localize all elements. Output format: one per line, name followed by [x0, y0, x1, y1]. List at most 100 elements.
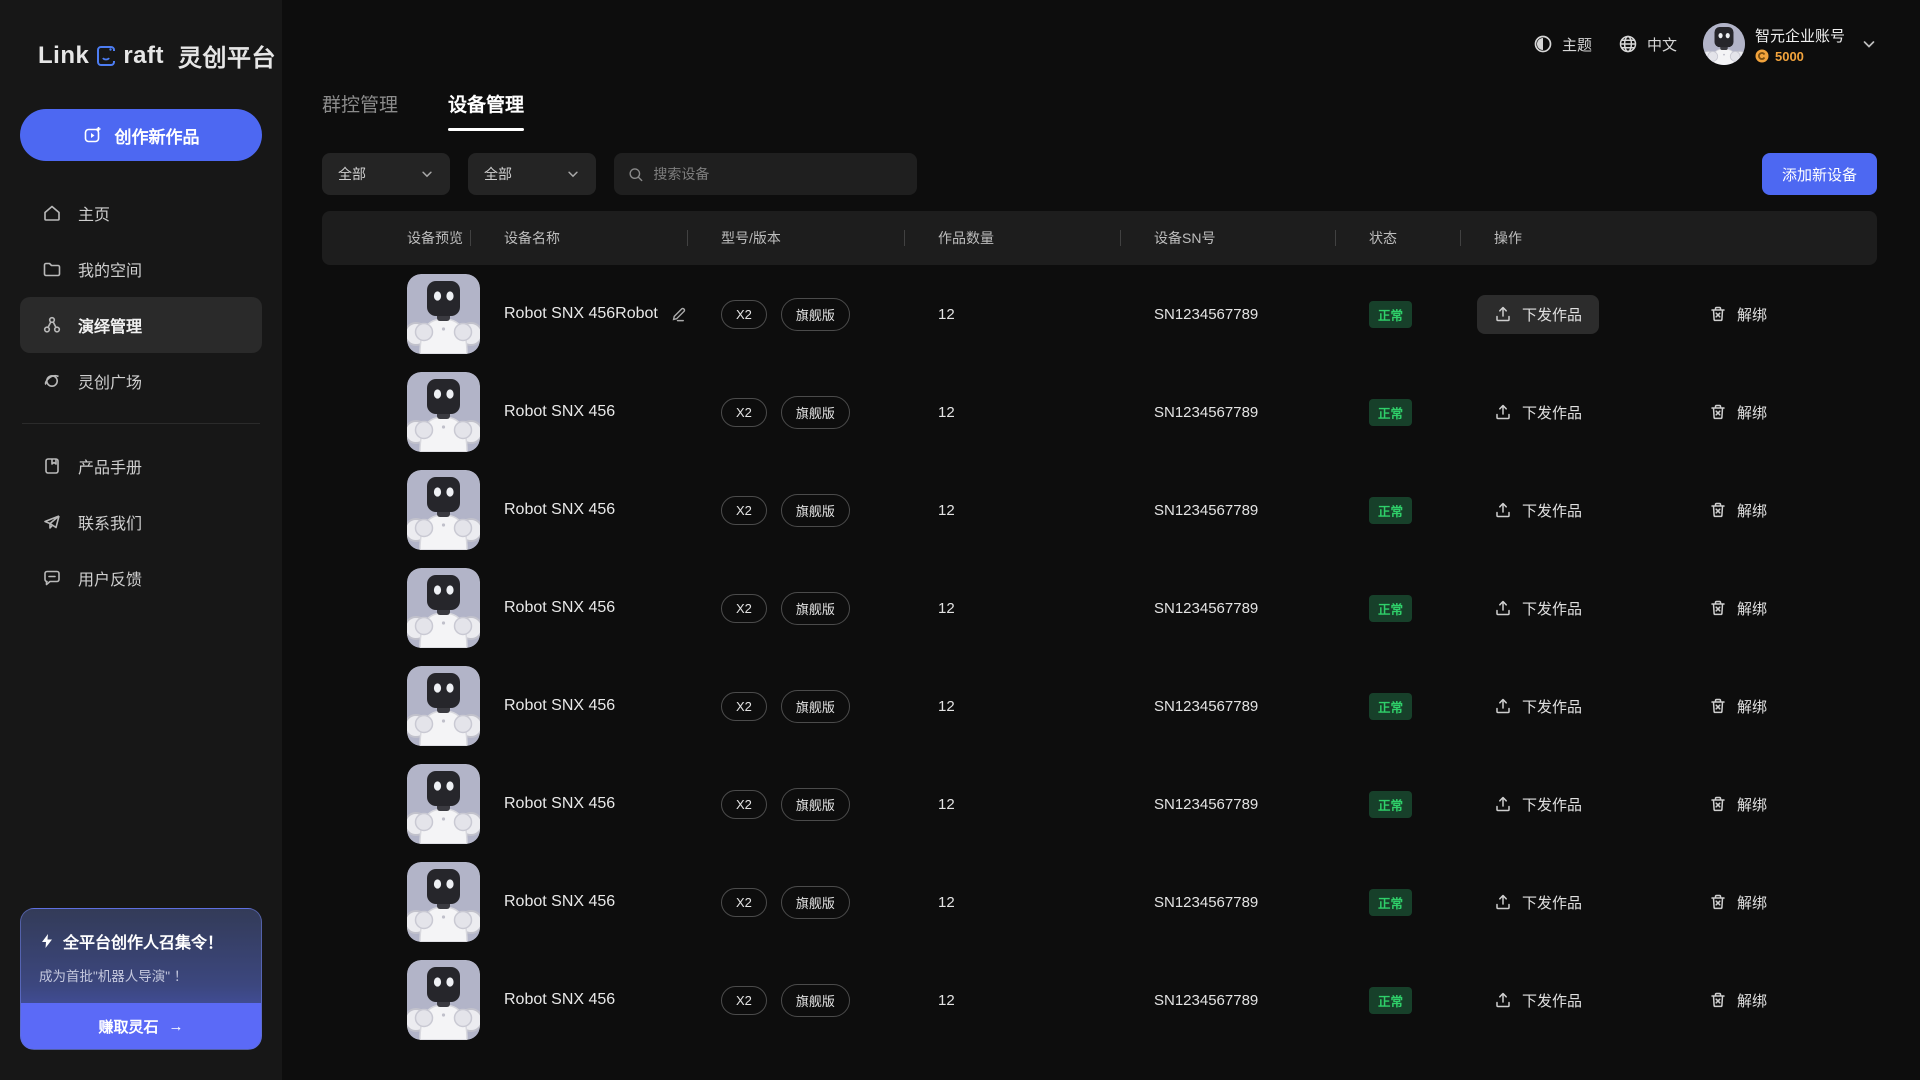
table-row: Robot SNX 456 X2 旗舰版 12 SN1234567789 正常	[322, 853, 1877, 951]
device-sn: SN1234567789	[1154, 992, 1258, 1009]
tab-device-management[interactable]: 设备管理	[448, 90, 524, 131]
coin-balance: 5000	[1755, 49, 1845, 64]
create-new-work-button[interactable]: 创作新作品	[20, 109, 262, 161]
deploy-label: 下发作品	[1522, 304, 1582, 325]
device-sn-cell: SN1234567789	[1120, 404, 1335, 421]
works-count-cell: 12	[904, 796, 1120, 813]
status-badge: 正常	[1369, 595, 1412, 622]
tab-group-control[interactable]: 群控管理	[322, 90, 398, 131]
table-row: Robot SNX 456 X2 旗舰版 12 SN1234567789 正常	[322, 461, 1877, 559]
sidebar-item-home[interactable]: 主页	[20, 185, 262, 241]
status-badge: 正常	[1369, 987, 1412, 1014]
sidebar-item-label: 灵创广场	[78, 369, 142, 393]
deploy-button[interactable]: 下发作品	[1477, 393, 1599, 432]
sidebar-item-product-manual[interactable]: 产品手册	[20, 438, 262, 494]
device-sn: SN1234567789	[1154, 404, 1258, 421]
deploy-label: 下发作品	[1522, 402, 1582, 423]
unbind-button[interactable]: 解绑	[1709, 402, 1767, 423]
account-name: 智元企业账号	[1755, 25, 1845, 46]
status-cell: 正常	[1335, 301, 1460, 328]
language-switcher[interactable]: 中文	[1618, 34, 1677, 55]
theme-toggle[interactable]: 主题	[1533, 34, 1592, 55]
device-preview-cell	[322, 764, 470, 844]
account-menu[interactable]: 智元企业账号 5000	[1703, 23, 1877, 65]
home-icon	[42, 203, 62, 223]
deploy-label: 下发作品	[1522, 794, 1582, 815]
column-header-name: 设备名称	[470, 228, 687, 248]
sidebar-item-label: 演绎管理	[78, 313, 142, 337]
upload-icon	[1494, 305, 1512, 323]
model-badge: X2	[721, 300, 767, 329]
deploy-button[interactable]: 下发作品	[1477, 295, 1599, 334]
unbind-button[interactable]: 解绑	[1709, 990, 1767, 1011]
coin-icon	[1755, 49, 1769, 63]
device-preview-cell	[322, 274, 470, 354]
sidebar-item-user-feedback[interactable]: 用户反馈	[20, 550, 262, 606]
sidebar-item-label: 产品手册	[78, 454, 142, 478]
version-badge: 旗舰版	[781, 494, 850, 527]
search-icon	[628, 166, 643, 183]
deploy-button[interactable]: 下发作品	[1477, 981, 1599, 1020]
status-cell: 正常	[1335, 595, 1460, 622]
add-device-button[interactable]: 添加新设备	[1762, 153, 1877, 195]
feedback-chat-icon	[42, 568, 62, 588]
deploy-button[interactable]: 下发作品	[1477, 785, 1599, 824]
table-row: Robot SNX 456Robot X2 旗舰版 12 SN123456778…	[322, 265, 1877, 363]
unbind-button[interactable]: 解绑	[1709, 892, 1767, 913]
works-count-cell: 12	[904, 894, 1120, 911]
unbind-label: 解绑	[1737, 598, 1767, 619]
filter-dropdown-2[interactable]: 全部	[468, 153, 596, 195]
deploy-label: 下发作品	[1522, 598, 1582, 619]
unbind-button[interactable]: 解绑	[1709, 500, 1767, 521]
unbind-label: 解绑	[1737, 892, 1767, 913]
upload-icon	[1494, 991, 1512, 1009]
device-sn: SN1234567789	[1154, 796, 1258, 813]
sidebar-item-my-space[interactable]: 我的空间	[20, 241, 262, 297]
deploy-button[interactable]: 下发作品	[1477, 491, 1599, 530]
device-name-cell: Robot SNX 456	[470, 795, 687, 813]
unbind-button[interactable]: 解绑	[1709, 598, 1767, 619]
deploy-button[interactable]: 下发作品	[1477, 589, 1599, 628]
version-badge: 旗舰版	[781, 592, 850, 625]
works-count: 12	[938, 404, 955, 421]
model-version-cell: X2 旗舰版	[687, 396, 904, 429]
works-count: 12	[938, 894, 955, 911]
column-header-model: 型号/版本	[687, 228, 904, 248]
device-name: Robot SNX 456	[504, 403, 615, 421]
earn-gems-button[interactable]: 赚取灵石 →	[21, 1003, 261, 1049]
create-work-label: 创作新作品	[115, 123, 200, 148]
model-badge: X2	[721, 888, 767, 917]
edit-name-icon[interactable]	[670, 306, 687, 323]
upload-icon	[1494, 697, 1512, 715]
deploy-button[interactable]: 下发作品	[1477, 883, 1599, 922]
device-sn-cell: SN1234567789	[1120, 894, 1335, 911]
model-badge: X2	[721, 398, 767, 427]
tab-bar: 群控管理 设备管理	[322, 90, 1877, 131]
device-sn-cell: SN1234567789	[1120, 796, 1335, 813]
model-badge: X2	[721, 790, 767, 819]
trash-x-icon	[1709, 599, 1727, 617]
sidebar-item-contact-us[interactable]: 联系我们	[20, 494, 262, 550]
column-header-works: 作品数量	[904, 228, 1120, 248]
actions-cell: 下发作品 解绑	[1460, 883, 1877, 922]
status-badge: 正常	[1369, 791, 1412, 818]
unbind-label: 解绑	[1737, 304, 1767, 325]
globe-icon	[1618, 34, 1638, 54]
status-cell: 正常	[1335, 889, 1460, 916]
promo-card: 全平台创作人召集令！ 成为首批"机器人导演" ！ 赚取灵石 →	[20, 908, 262, 1050]
works-count-cell: 12	[904, 992, 1120, 1009]
unbind-button[interactable]: 解绑	[1709, 304, 1767, 325]
planet-icon	[42, 371, 62, 391]
unbind-button[interactable]: 解绑	[1709, 696, 1767, 717]
unbind-button[interactable]: 解绑	[1709, 794, 1767, 815]
actions-cell: 下发作品 解绑	[1460, 295, 1877, 334]
status-cell: 正常	[1335, 987, 1460, 1014]
model-version-cell: X2 旗舰版	[687, 886, 904, 919]
filter-dropdown-1[interactable]: 全部	[322, 153, 450, 195]
sidebar-item-plaza[interactable]: 灵创广场	[20, 353, 262, 409]
search-input[interactable]	[653, 166, 903, 182]
sidebar-item-performance-management[interactable]: 演绎管理	[20, 297, 262, 353]
deploy-button[interactable]: 下发作品	[1477, 687, 1599, 726]
chevron-down-icon	[1861, 36, 1877, 52]
device-preview-cell	[322, 862, 470, 942]
